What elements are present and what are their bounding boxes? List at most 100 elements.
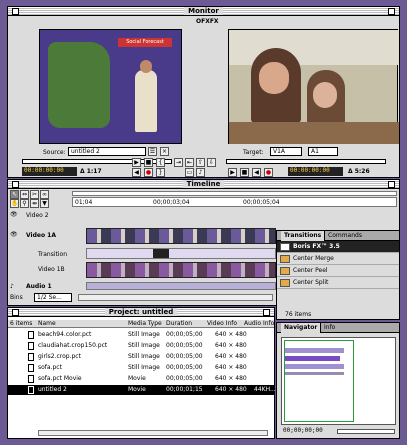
row-name[interactable]: untitled 2 — [38, 385, 67, 395]
track-video-2[interactable]: Video 2 — [26, 212, 49, 219]
program-duration: Δ 5:26 — [348, 168, 370, 175]
marker-tool-icon[interactable]: ▼ — [40, 199, 49, 208]
row-name[interactable]: beach94.color.pct — [38, 330, 91, 340]
row-audio-info: 44KH... — [254, 386, 276, 393]
source-select[interactable]: untitled 2 — [68, 147, 146, 156]
transitions-tabs: Transitions Commands — [277, 231, 399, 241]
row-name[interactable]: sofa.pct Movie — [38, 374, 82, 384]
source-play-button[interactable]: ▶ — [132, 158, 141, 167]
track-tool-icon[interactable]: ⇔ — [20, 190, 29, 199]
table-row[interactable]: untitled 2 Movie 00;00;01;15 640 × 480 44KH.… — [8, 385, 276, 395]
source-video[interactable]: Social Forecast — [39, 29, 182, 144]
header-name[interactable]: Name — [38, 320, 56, 328]
source-rewind-button[interactable]: ◀ — [132, 168, 141, 177]
source-in-button[interactable]: { — [156, 158, 165, 167]
movie-file-icon — [28, 386, 34, 394]
hand-tool-icon[interactable]: ✋ — [10, 199, 19, 208]
nav-viewport[interactable] — [284, 340, 354, 422]
transition-clip[interactable] — [153, 249, 169, 258]
edge-tool-icon[interactable]: ⇹ — [30, 199, 39, 208]
header-duration[interactable]: Duration — [166, 320, 192, 328]
close-box[interactable] — [12, 309, 19, 316]
program-stop-button[interactable]: ■ — [240, 168, 249, 177]
row-video-info: 640 × 480 — [215, 342, 247, 349]
transition-track[interactable] — [86, 248, 276, 259]
program-video[interactable] — [228, 29, 399, 144]
tab-commands[interactable]: Commands — [325, 231, 365, 241]
transition-center-split[interactable]: Center Split — [277, 277, 399, 289]
target-audio-select[interactable]: A1 — [308, 147, 338, 156]
track-video-1a[interactable]: Video 1A — [26, 232, 56, 239]
header-audio-info[interactable]: Audio Info — [244, 320, 274, 328]
header-video-info[interactable]: Video Info — [207, 320, 237, 328]
lift-button[interactable]: ⇧ — [196, 158, 205, 167]
link-tool-icon[interactable]: ∞ — [40, 190, 49, 199]
source-menu-button[interactable]: ☰ — [148, 147, 157, 156]
transition-boris-fx[interactable]: Boris FX™ 3.5 — [277, 241, 399, 253]
row-name[interactable]: sofa.pct — [38, 363, 62, 373]
row-name[interactable]: claudiahat.crop150.pct — [38, 341, 107, 351]
source-timecode: 00:00:00:00 — [22, 167, 77, 176]
monitor-titlebar[interactable]: Monitor — [8, 7, 399, 16]
zoom-box[interactable] — [388, 181, 395, 188]
timeline-ruler[interactable]: 01;04 00;00;03;04 00;00;05;04 — [72, 197, 397, 207]
track-audio-1[interactable]: Audio 1 — [26, 283, 52, 290]
program-scrub-bar[interactable] — [226, 159, 386, 164]
extract-button[interactable]: ⇩ — [207, 158, 216, 167]
select-tool-icon[interactable]: ↖ — [10, 190, 19, 199]
eye-icon[interactable]: 👁 — [10, 231, 18, 238]
program-play-button[interactable]: ▶ — [228, 168, 237, 177]
source-out-button[interactable]: } — [156, 168, 165, 177]
table-row[interactable]: girls2.crop.pct Still Image 00;00;05;00 640… — [8, 352, 274, 362]
project-hscroll[interactable] — [38, 430, 268, 436]
time-zoom-select[interactable]: 1/2 Se... — [34, 293, 72, 302]
transition-center-merge[interactable]: Center Merge — [277, 253, 399, 265]
bins-button[interactable]: Bins — [10, 294, 23, 301]
timeline-hscroll[interactable] — [78, 294, 273, 301]
navigator-view[interactable] — [281, 337, 396, 425]
program-record-button[interactable]: ● — [264, 168, 273, 177]
row-name[interactable]: girls2.crop.pct — [38, 352, 81, 362]
target-video-select[interactable]: V1A — [270, 147, 302, 156]
table-row[interactable]: beach94.color.pct Still Image 00;00;05;00 6… — [8, 330, 274, 340]
close-box[interactable] — [12, 8, 19, 15]
take-audio-button[interactable]: ♪ — [196, 168, 205, 177]
tab-info[interactable]: Info — [321, 323, 338, 333]
track-video-1b[interactable]: Video 1B — [38, 266, 65, 273]
work-area-bar[interactable] — [72, 191, 397, 196]
table-row[interactable]: sofa.pct Movie Movie 00;00;05;00 640 × 480 — [8, 374, 274, 384]
audio1-track[interactable] — [86, 282, 276, 290]
ruler-tick-label: 00;00;05;04 — [243, 199, 280, 206]
insert-button[interactable]: ⇥ — [174, 158, 183, 167]
header-media-type[interactable]: Media Type — [128, 320, 162, 328]
take-video-button[interactable]: ▭ — [185, 168, 194, 177]
close-box[interactable] — [12, 181, 19, 188]
tool-palette: ↖ ⇔ ✂ ∞ ✋ ⚲ ⇹ ▼ — [10, 190, 70, 208]
video1b-clip[interactable] — [86, 262, 276, 278]
razor-tool-icon[interactable]: ✂ — [30, 190, 39, 199]
track-transition[interactable]: Transition — [38, 251, 67, 258]
transition-center-peel[interactable]: Center Peel — [277, 265, 399, 277]
row-media-type: Still Image — [128, 331, 160, 338]
navigator-zoom-slider[interactable] — [337, 429, 395, 434]
source-stop-button[interactable]: ■ — [144, 158, 153, 167]
program-rewind-button[interactable]: ◀ — [252, 168, 261, 177]
center-merge-icon — [280, 255, 290, 263]
zoom-box[interactable] — [388, 8, 395, 15]
zoom-box[interactable] — [263, 309, 270, 316]
timeline-titlebar[interactable]: Timeline — [8, 180, 399, 189]
eye-icon[interactable]: 👁 — [10, 211, 18, 218]
tab-navigator[interactable]: Navigator — [281, 323, 322, 333]
video1a-clip[interactable] — [86, 228, 276, 244]
table-row[interactable]: sofa.pct Still Image 00;00;05;00 640 × 480 — [8, 363, 274, 373]
table-row[interactable]: claudiahat.crop150.pct Still Image 00;00;0… — [8, 341, 274, 351]
source-record-button[interactable]: ● — [144, 168, 153, 177]
center-split-icon — [280, 279, 290, 287]
project-titlebar[interactable]: Project: untitled — [8, 308, 274, 317]
source-close-button[interactable]: × — [160, 147, 169, 156]
overlay-button[interactable]: ⇤ — [185, 158, 194, 167]
zoom-tool-icon[interactable]: ⚲ — [20, 199, 29, 208]
boris-fx-icon — [280, 243, 290, 251]
speaker-icon[interactable]: ♪ — [10, 283, 14, 290]
tab-transitions[interactable]: Transitions — [281, 231, 326, 241]
